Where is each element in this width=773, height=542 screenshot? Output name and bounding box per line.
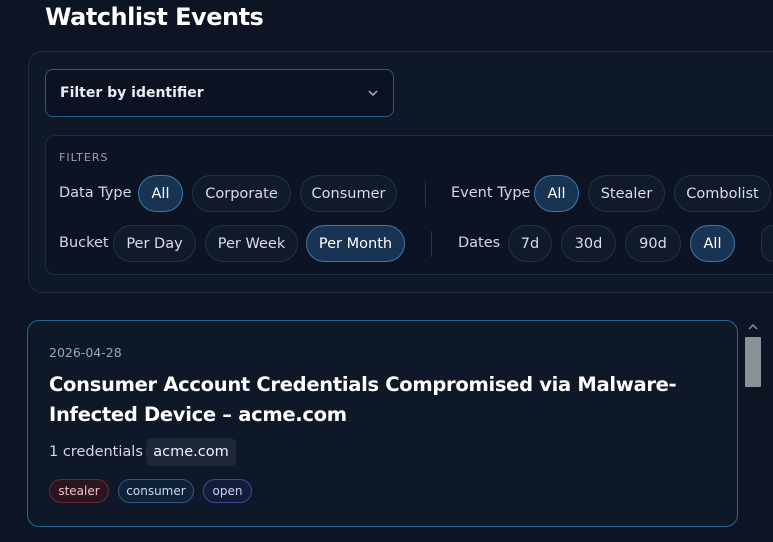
dates-chip-7d[interactable]: 7d xyxy=(508,225,552,262)
credentials-count: 1 credentials xyxy=(49,444,143,460)
event-type-chip-all[interactable]: All xyxy=(534,175,579,212)
domain-badge: acme.com xyxy=(146,438,236,466)
tag-stealer: stealer xyxy=(49,479,109,503)
tag-consumer: consumer xyxy=(118,479,194,503)
identifier-filter-dropdown[interactable]: Filter by identifier xyxy=(45,69,394,117)
page-title: Watchlist Events xyxy=(45,3,264,31)
event-type-chip-stealer[interactable]: Stealer xyxy=(588,175,665,212)
bucket-chip-per-week[interactable]: Per Week xyxy=(205,225,298,262)
bucket-chip-per-month[interactable]: Per Month xyxy=(306,225,405,262)
filter-divider xyxy=(425,181,426,207)
scrollbar-thumb[interactable] xyxy=(745,337,761,387)
data-type-chip-consumer[interactable]: Consumer xyxy=(300,175,397,212)
dates-label: Dates xyxy=(458,235,501,251)
event-title[interactable]: Consumer Account Credentials Compromised… xyxy=(49,370,689,430)
data-type-chip-all[interactable]: All xyxy=(138,175,183,212)
filter-divider xyxy=(431,231,432,257)
filters-heading: FILTERS xyxy=(59,151,109,164)
dates-chip-all[interactable]: All xyxy=(690,225,735,262)
identifier-filter-label: Filter by identifier xyxy=(60,85,204,101)
bucket-label: Bucket xyxy=(59,235,109,251)
dates-chip-partial[interactable] xyxy=(761,225,773,262)
data-type-chip-corporate[interactable]: Corporate xyxy=(192,175,291,212)
dates-chip-30d[interactable]: 30d xyxy=(561,225,616,262)
event-date: 2026-04-28 xyxy=(49,345,122,360)
chevron-down-icon xyxy=(368,90,378,97)
event-type-label: Event Type xyxy=(451,185,531,201)
data-type-label: Data Type xyxy=(59,185,132,201)
event-type-chip-combolist[interactable]: Combolist xyxy=(674,175,771,212)
scroll-up-arrow-icon[interactable] xyxy=(748,323,758,331)
dates-chip-90d[interactable]: 90d xyxy=(625,225,681,262)
tag-open: open xyxy=(203,479,252,503)
bucket-chip-per-day[interactable]: Per Day xyxy=(113,225,196,262)
